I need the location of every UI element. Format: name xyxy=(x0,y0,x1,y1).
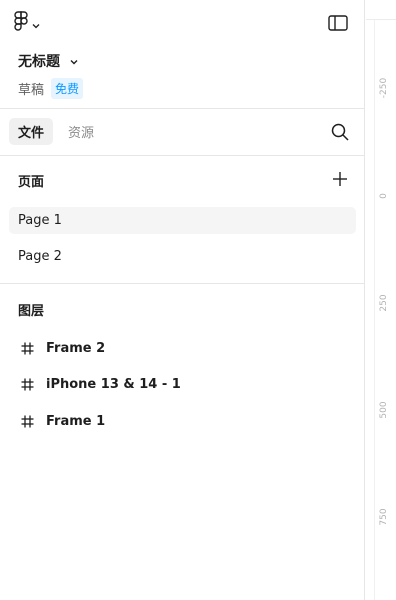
layer-item-frame-2[interactable]: Frame 2 xyxy=(9,334,356,362)
file-title: 无标题 xyxy=(18,54,60,70)
layer-item-iphone-13-14-1[interactable]: iPhone 13 & 14 - 1 xyxy=(9,370,356,398)
frame-icon xyxy=(21,378,34,391)
page-label: Page 1 xyxy=(18,213,62,228)
divider xyxy=(0,155,365,156)
left-sidebar-panel: 无标题 草稿 免费 文件 资源 页面 Page 1 Page 2 图层 Fram… xyxy=(0,0,365,600)
page-item-page-1[interactable]: Page 1 xyxy=(9,207,356,234)
chevron-down-icon xyxy=(70,53,78,69)
layer-item-frame-1[interactable]: Frame 1 xyxy=(9,407,356,435)
layer-label: Frame 2 xyxy=(46,340,106,356)
main-menu-button[interactable] xyxy=(14,11,40,35)
toggle-sidebar-button[interactable] xyxy=(328,14,348,32)
search-button[interactable] xyxy=(330,122,350,142)
plan-badge[interactable]: 免费 xyxy=(51,78,84,99)
ruler-tick-label: 500 xyxy=(379,401,389,419)
file-title-button[interactable]: 无标题 xyxy=(18,51,78,71)
frame-icon xyxy=(21,342,34,355)
layer-label: iPhone 13 & 14 - 1 xyxy=(46,376,181,392)
ruler-tick-label: -250 xyxy=(379,77,389,99)
search-icon xyxy=(330,123,350,146)
figma-logo-icon xyxy=(14,11,28,35)
frame-icon xyxy=(21,415,34,428)
page-item-page-2[interactable]: Page 2 xyxy=(9,243,356,270)
divider xyxy=(0,283,365,284)
ruler-corner-line xyxy=(366,19,396,20)
sidebar-tabs: 文件 资源 xyxy=(9,118,103,145)
page-label: Page 2 xyxy=(18,249,62,264)
add-page-button[interactable] xyxy=(331,170,349,188)
plus-icon xyxy=(331,172,349,192)
layers-section-title: 图层 xyxy=(18,304,45,319)
tab-assets[interactable]: 资源 xyxy=(59,118,103,145)
pages-section-title: 页面 xyxy=(18,175,45,190)
file-status: 草稿 xyxy=(18,83,45,98)
sidebar-topbar xyxy=(0,0,365,46)
ruler-tick-label: 250 xyxy=(379,294,389,312)
tab-files[interactable]: 文件 xyxy=(9,118,54,145)
chevron-down-icon xyxy=(32,14,40,33)
sidebar-toggle-icon xyxy=(328,15,348,36)
layer-label: Frame 1 xyxy=(46,413,106,429)
divider xyxy=(0,108,365,109)
file-meta: 草稿 免费 xyxy=(18,78,84,99)
ruler-tick-label: 750 xyxy=(379,508,389,526)
vertical-ruler: -250 0 250 500 750 xyxy=(366,0,396,600)
ruler-tick-label: 0 xyxy=(379,193,389,199)
